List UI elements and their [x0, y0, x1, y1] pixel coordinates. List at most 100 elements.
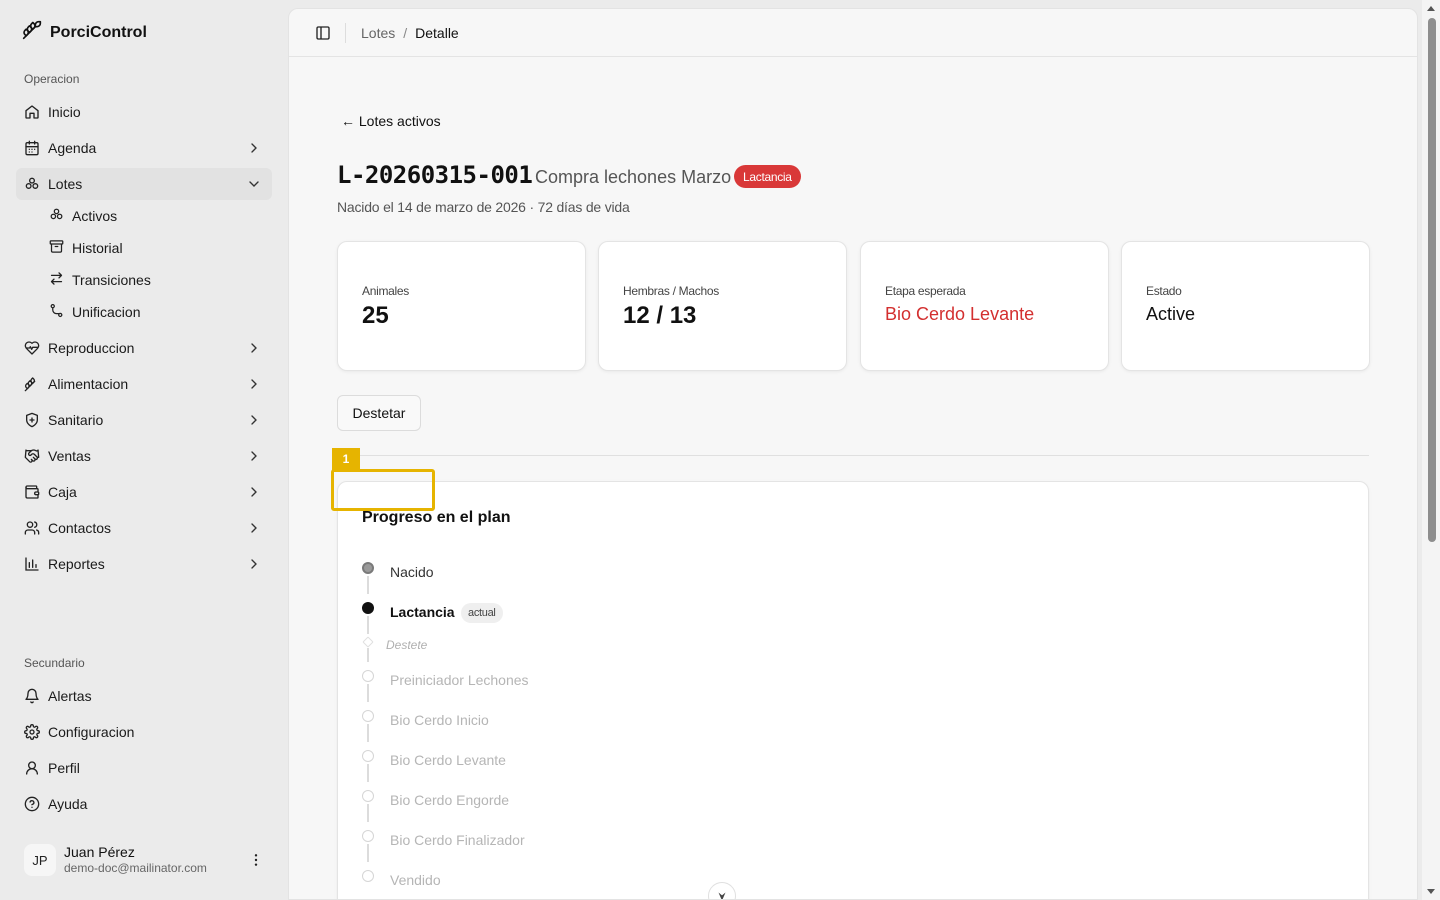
wean-button[interactable]: Destetar [337, 395, 421, 431]
timeline-line [367, 804, 369, 822]
scroll-thumb[interactable] [1428, 18, 1436, 542]
sidebar-item-agenda[interactable]: Agenda [16, 132, 272, 164]
sidebar-subitem-transiciones[interactable]: Transiciones [41, 266, 241, 294]
sidebar-toggle-icon[interactable] [315, 25, 331, 41]
sidebar-item-sanitario[interactable]: Sanitario [16, 404, 272, 436]
marker-box [331, 469, 435, 511]
sidebar-item-alertas[interactable]: Alertas [16, 680, 272, 712]
sidebar-item-label: Ayuda [48, 796, 88, 812]
sidebar-subitem-label: Unificacion [72, 304, 141, 320]
breadcrumb-current: Detalle [415, 25, 459, 41]
timeline-dot [362, 830, 374, 842]
wallet-icon [24, 484, 40, 500]
chevron-right-icon [251, 143, 257, 153]
breadcrumb: Lotes / Detalle [361, 25, 459, 41]
sidebar-item-ventas[interactable]: Ventas [16, 440, 272, 472]
sidebar-item-label: Contactos [48, 520, 112, 536]
archive-icon [49, 239, 64, 257]
sidebar-item-perfil[interactable]: Perfil [16, 752, 272, 784]
arrows-icon [49, 271, 64, 289]
chevron-right-icon [251, 451, 257, 461]
wheat-icon [24, 376, 40, 392]
stat-value: 25 [362, 302, 389, 329]
sidebar-item-alimentacion[interactable]: Alimentacion [16, 368, 272, 400]
divider [345, 23, 346, 43]
sidebar-subitem-historial[interactable]: Historial [41, 234, 241, 262]
stat-value: Bio Cerdo Levante [885, 304, 1035, 324]
scroll-down-icon[interactable] [1426, 886, 1436, 896]
help-icon [24, 796, 40, 812]
chevron-right-icon [251, 523, 257, 533]
more-vertical-icon[interactable] [248, 852, 264, 868]
stat-value: 12 / 13 [623, 302, 697, 329]
sidebar-item-lotes[interactable]: Lotes [16, 168, 272, 200]
avatar: JP [24, 844, 56, 876]
plan-step: Bio Cerdo Inicio [390, 712, 489, 728]
sidebar-item-inicio[interactable]: Inicio [16, 96, 272, 128]
stat-label: Etapa esperada [885, 284, 966, 298]
sidebar-subitem-label: Activos [72, 208, 118, 224]
brand[interactable]: PorciControl [22, 20, 147, 45]
lot-subtitle: Nacido el 14 de marzo de 2026 · 72 días … [337, 199, 630, 215]
stage-badge: Lactancia [734, 165, 801, 188]
sidebar-item-label: Reproduccion [48, 340, 135, 356]
stat-label: Hembras / Machos [623, 284, 719, 298]
timeline-event-marker [362, 636, 374, 648]
scroll-up-icon[interactable] [1426, 4, 1436, 14]
sidebar-item-configuracion[interactable]: Configuracion [16, 716, 272, 748]
stat-card-expected-stage: Etapa esperada Bio Cerdo Levante [860, 241, 1109, 371]
user-icon [24, 760, 40, 776]
back-link[interactable]: ← Lotes activos [341, 113, 441, 129]
timeline-line [367, 576, 369, 594]
chevron-right-icon [251, 559, 257, 569]
timeline-dot [362, 790, 374, 802]
sidebar-subitem-label: Historial [72, 240, 123, 256]
timeline-line [367, 724, 369, 742]
sidebar-subitem-label: Transiciones [72, 272, 151, 288]
users-icon [24, 520, 40, 536]
main-panel: Lotes / Detalle ← Lotes activos L-202603… [288, 8, 1418, 900]
sidebar-item-reproduccion[interactable]: Reproduccion [16, 332, 272, 364]
sidebar-subitem-activos[interactable]: Activos [41, 202, 241, 230]
lot-code: L-20260315-001 [337, 161, 533, 189]
chevron-right-icon [251, 487, 257, 497]
chevron-down-icon [718, 892, 726, 899]
wheat-icon [22, 20, 42, 45]
scrollbar[interactable] [1422, 0, 1440, 900]
plan-step: Bio Cerdo Finalizador [390, 832, 525, 848]
timeline-dot [362, 562, 374, 574]
timeline-line [367, 684, 369, 702]
user-email: demo-doc@mailinator.com [64, 861, 207, 875]
user-profile[interactable]: JP Juan Pérez demo-doc@mailinator.com [24, 842, 272, 878]
section-label-primary: Operacion [24, 72, 80, 86]
scroll-down-button[interactable] [708, 882, 736, 899]
chevron-down-icon [249, 181, 259, 187]
plan-progress-card: Progreso en el plan Nacido Lactancia act… [337, 481, 1369, 899]
chevron-right-icon [251, 415, 257, 425]
marker-tag: 1 [332, 448, 360, 470]
chevron-right-icon [251, 379, 257, 389]
sidebar-item-label: Inicio [48, 104, 81, 120]
lots-icon [24, 176, 40, 192]
plan-step: Bio Cerdo Engorde [390, 792, 510, 808]
stat-card-sexes: Hembras / Machos 12 / 13 [598, 241, 847, 371]
divider [337, 455, 1369, 456]
sidebar-item-label: Agenda [48, 140, 97, 156]
topbar: Lotes / Detalle [289, 9, 1417, 57]
sidebar-item-contactos[interactable]: Contactos [16, 512, 272, 544]
stat-card-animales: Animales 25 [337, 241, 586, 371]
heart-pulse-icon [24, 340, 40, 356]
sidebar-item-ayuda[interactable]: Ayuda [16, 788, 272, 820]
user-name: Juan Pérez [64, 844, 135, 860]
gear-icon [24, 724, 40, 740]
sidebar-item-label: Alertas [48, 688, 92, 704]
sidebar-subitem-unificacion[interactable]: Unificacion [41, 298, 241, 326]
sidebar-item-label: Reportes [48, 556, 105, 572]
sidebar-item-caja[interactable]: Caja [16, 476, 272, 508]
stat-label: Animales [362, 284, 409, 298]
timeline-line [367, 648, 369, 662]
sidebar: PorciControl Operacion Inicio Agenda Lot… [0, 0, 288, 900]
sidebar-item-reportes[interactable]: Reportes [16, 548, 272, 580]
plan-step: Vendido [390, 872, 441, 888]
breadcrumb-lotes[interactable]: Lotes [361, 25, 395, 41]
